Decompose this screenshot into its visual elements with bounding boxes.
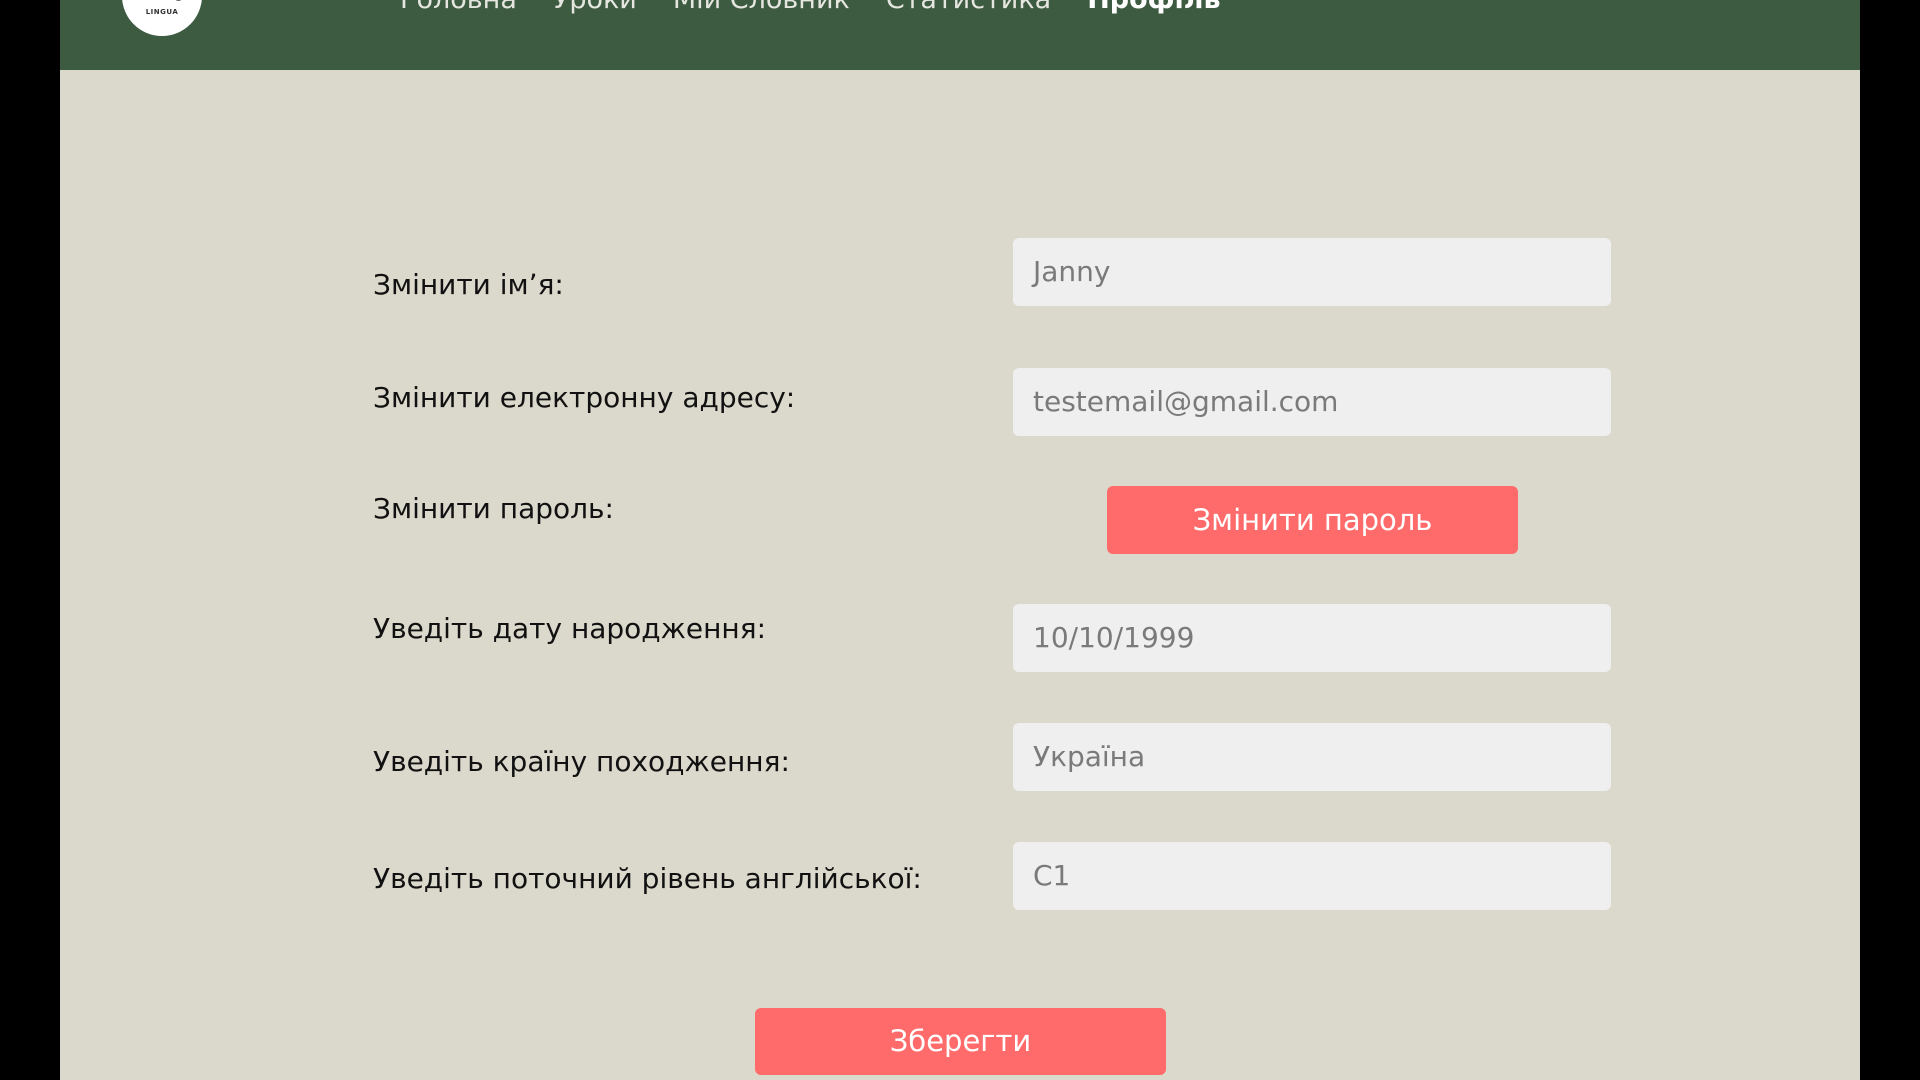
logo-text: LINGUA <box>145 8 179 16</box>
top-navbar: LINGUA Головна Уроки Мій Словник Статист… <box>60 0 1860 70</box>
country-label: Уведіть країну походження: <box>373 745 790 778</box>
english-level-field[interactable]: C1 <box>1013 842 1611 910</box>
nav-item-my-dictionary[interactable]: Мій Словник <box>673 0 850 18</box>
email-field[interactable]: testemail@gmail.com <box>1013 368 1611 436</box>
nav-item-profile[interactable]: Профіль <box>1087 0 1220 18</box>
app-frame: LINGUA Головна Уроки Мій Словник Статист… <box>60 0 1860 1080</box>
email-label: Змінити електронну адресу: <box>373 381 796 414</box>
password-label: Змінити пароль: <box>373 492 614 525</box>
computer-mouse-icon <box>175 0 182 1</box>
nav-item-home[interactable]: Головна <box>400 0 517 18</box>
name-label: Змінити імʼя: <box>373 268 564 301</box>
country-field[interactable]: Україна <box>1013 723 1611 791</box>
main-nav: Головна Уроки Мій Словник Статистика Про… <box>400 0 1221 18</box>
birthdate-field[interactable]: 10/10/1999 <box>1013 604 1611 672</box>
change-password-button[interactable]: Змінити пароль <box>1107 486 1518 554</box>
save-button[interactable]: Зберегти <box>755 1008 1166 1075</box>
birthdate-label: Уведіть дату народження: <box>373 612 767 645</box>
nav-item-lessons[interactable]: Уроки <box>553 0 637 18</box>
name-field[interactable]: Janny <box>1013 238 1611 306</box>
english-level-label: Уведіть поточний рівень англійської: <box>373 862 922 895</box>
nav-item-statistics[interactable]: Статистика <box>886 0 1051 18</box>
lingua-logo[interactable]: LINGUA <box>122 0 202 36</box>
